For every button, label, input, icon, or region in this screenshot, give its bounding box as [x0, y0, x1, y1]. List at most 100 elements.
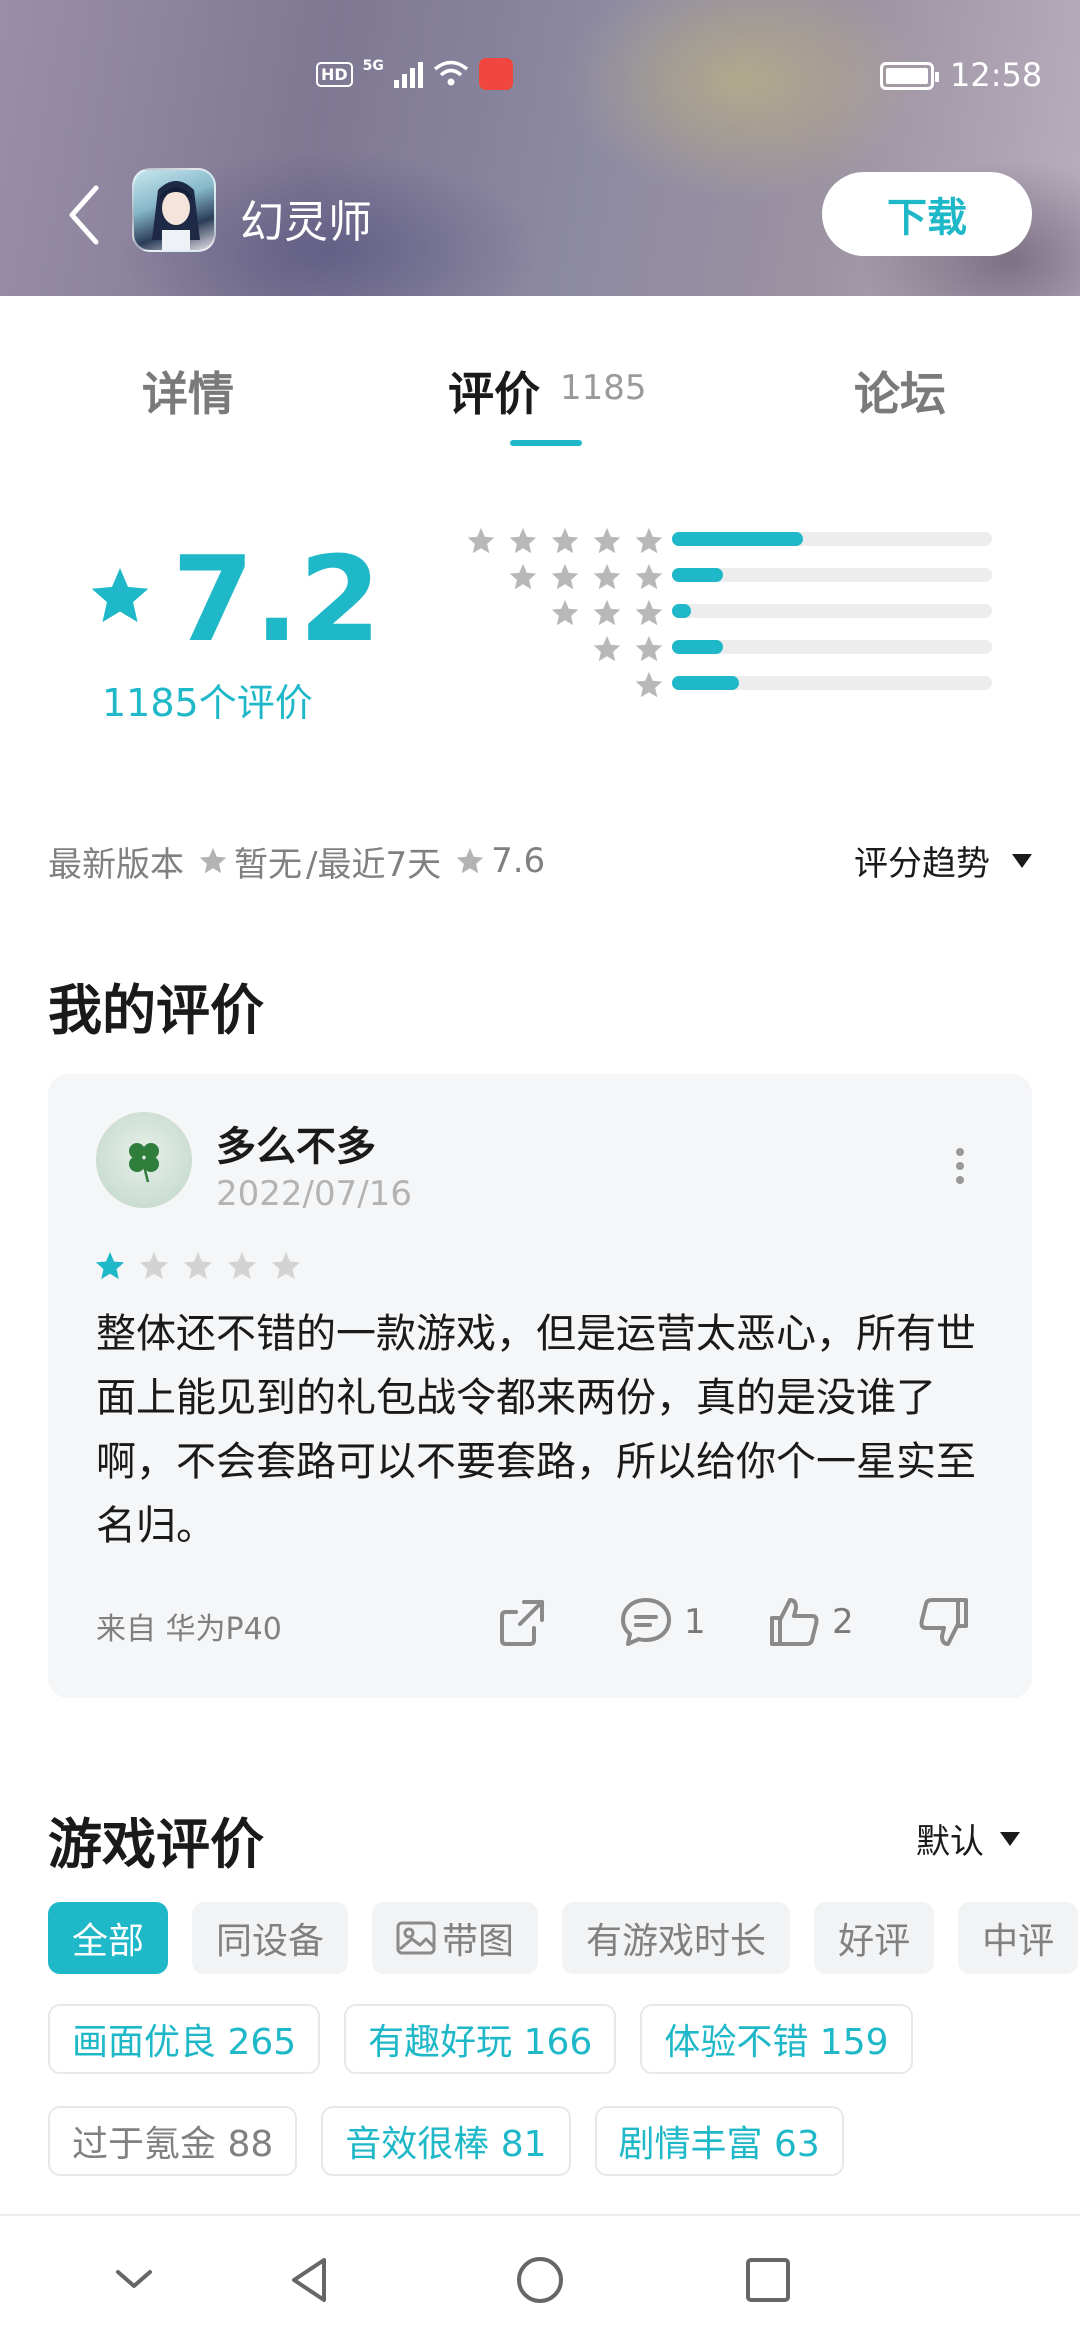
star-icon [551, 527, 579, 554]
star-icon [593, 563, 621, 590]
rating-distribution-row [440, 628, 1000, 664]
star-icon [593, 527, 621, 554]
tag-sound[interactable]: 音效很棒 81 [321, 2106, 571, 2176]
filter-same-device[interactable]: 同设备 [192, 1902, 349, 1974]
rating-trend-label: 评分趋势 [854, 844, 990, 884]
star-icon [551, 563, 579, 590]
distribution-bar [672, 604, 992, 618]
status-icons: HD 5G [316, 58, 513, 90]
comment-button[interactable]: 1 [618, 1594, 706, 1650]
filter-with-images-label: 带图 [442, 1921, 515, 1962]
clock: 12:58 [950, 56, 1043, 94]
my-review-card: 多么不多 2022/07/16 整体还不错的一款游戏，但是运营太恶心，所有世面上… [48, 1074, 1032, 1698]
distribution-stars [634, 670, 664, 700]
star-icon [467, 527, 495, 554]
star-icon [456, 847, 484, 874]
app-title: 幻灵师 [240, 197, 372, 248]
my-review-heading: 我的评价 [48, 979, 264, 1042]
game-reviews-heading: 游戏评价 [48, 1813, 264, 1876]
nav-home-button[interactable] [510, 2250, 570, 2310]
rating-count: 1185个评价 [102, 681, 313, 725]
star-icon [635, 563, 663, 590]
filter-has-playtime[interactable]: 有游戏时长 [562, 1902, 791, 1974]
share-icon [500, 1600, 544, 1646]
tab-reviews[interactable]: 评价 [448, 358, 540, 424]
distribution-stars [592, 634, 664, 664]
tab-forum[interactable]: 论坛 [854, 358, 946, 424]
filter-all[interactable]: 全部 [48, 1902, 169, 1974]
tag-pay-to-win[interactable]: 过于氪金 88 [48, 2106, 298, 2176]
star-empty-icon [139, 1252, 169, 1280]
filter-positive[interactable]: 好评 [814, 1902, 935, 1974]
tag-experience[interactable]: 体验不错 159 [640, 2004, 913, 2074]
star-icon [593, 599, 621, 626]
star-icon [635, 671, 663, 698]
caret-down-icon [1012, 853, 1032, 868]
clover-icon [129, 1143, 159, 1183]
distribution-bar [672, 640, 992, 654]
rating-score: 7.2 [172, 530, 382, 668]
distribution-bar [672, 676, 992, 690]
review-tags-row: 过于氪金 88 音效很棒 81 剧情丰富 63 [48, 2106, 844, 2176]
sort-dropdown[interactable]: 默认 [916, 1814, 1020, 1863]
distribution-stars [550, 598, 664, 628]
star-icon [199, 847, 227, 874]
rating-distribution-row [440, 664, 1000, 700]
recent-days-label: /最近7天 [306, 844, 442, 885]
star-icon [635, 635, 663, 662]
review-device: 来自 华为P40 [96, 1612, 282, 1647]
tag-fun[interactable]: 有趣好玩 166 [344, 2004, 617, 2074]
nav-back-button[interactable] [280, 2250, 340, 2310]
distribution-bar [672, 568, 992, 582]
image-icon [396, 1921, 436, 1955]
signal-icon [393, 60, 423, 88]
wifi-icon [433, 60, 469, 86]
star-empty-icon [227, 1252, 257, 1280]
rating-distribution-row [440, 556, 1000, 592]
tag-graphics[interactable]: 画面优良 265 [48, 2004, 321, 2074]
battery-icon [880, 62, 939, 90]
filter-neutral[interactable]: 中评 [958, 1902, 1079, 1974]
star-icon [635, 527, 663, 554]
network-type: 5G [362, 58, 384, 74]
back-button[interactable] [60, 180, 110, 250]
star-icon [509, 563, 537, 590]
dislike-button[interactable] [916, 1594, 972, 1650]
tab-details[interactable]: 详情 [142, 358, 234, 424]
review-text: 整体还不错的一款游戏，但是运营太恶心，所有世面上能见到的礼包战令都来两份，真的是… [96, 1311, 976, 1549]
star-icon [509, 527, 537, 554]
sort-label: 默认 [916, 1822, 984, 1862]
app-header: HD 5G 12:58 幻灵师 下载 [0, 0, 1080, 296]
avatar[interactable] [96, 1112, 192, 1208]
active-tab-indicator [510, 440, 582, 446]
distribution-bar-fill [672, 676, 740, 690]
star-empty-icon [183, 1252, 213, 1280]
share-button[interactable] [494, 1594, 550, 1650]
star-icon [91, 568, 149, 623]
latest-version-label: 最新版本 [48, 844, 184, 885]
like-button[interactable]: 2 [766, 1594, 854, 1650]
review-date: 2022/07/16 [216, 1174, 412, 1214]
system-nav-bar [0, 2214, 1080, 2340]
distribution-bar [672, 532, 992, 546]
reviewer-name: 多么不多 [216, 1124, 376, 1170]
comment-icon [621, 1598, 671, 1646]
download-button[interactable]: 下载 [822, 172, 1032, 256]
distribution-bar-fill [672, 532, 804, 546]
tag-story[interactable]: 剧情丰富 63 [594, 2106, 844, 2176]
star-icon [635, 599, 663, 626]
hide-nav-button[interactable] [104, 2250, 164, 2310]
nav-recent-apps-button[interactable] [738, 2250, 798, 2310]
distribution-stars [508, 562, 664, 592]
latest-version-rating: 暂无 [234, 844, 302, 885]
version-rating-row: 最新版本 暂无 /最近7天 7.6 评分趋势 [48, 836, 1032, 886]
star-icon [551, 599, 579, 626]
app-icon [132, 168, 216, 252]
filter-with-images[interactable]: 带图 [372, 1902, 539, 1974]
rating-trend-dropdown[interactable]: 评分趋势 [854, 836, 1032, 885]
more-options-icon[interactable] [954, 1148, 966, 1188]
recent-rating: 7.6 [491, 841, 546, 881]
rating-distribution-row [440, 592, 1000, 628]
rating-distribution-row [440, 520, 1000, 556]
thumbs-down-icon [919, 1598, 968, 1646]
